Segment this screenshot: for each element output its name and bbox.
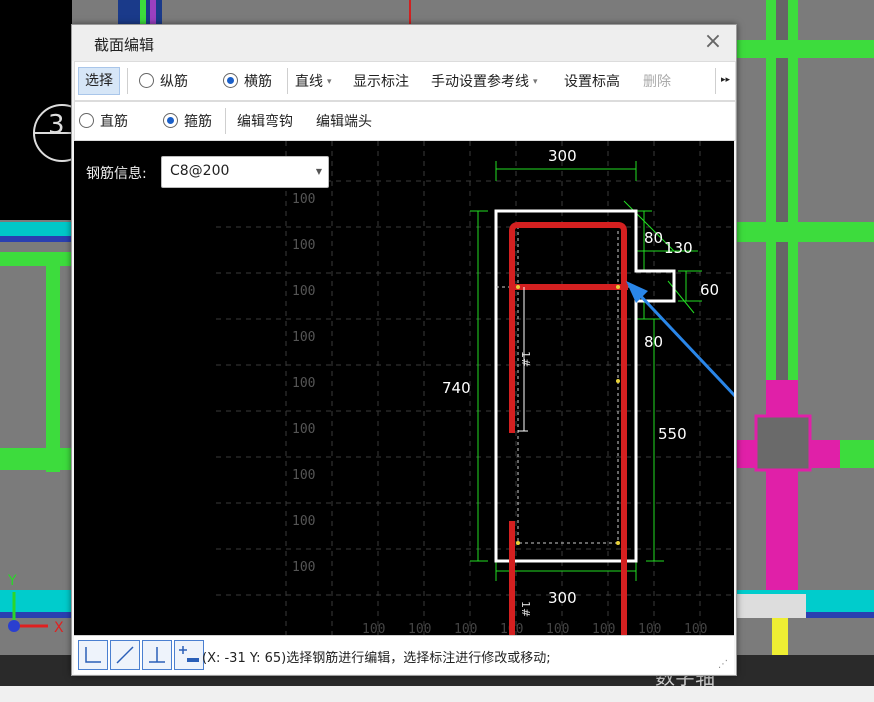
rebar-info-label: 钢筋信息: — [86, 166, 147, 182]
radio-straight-label: 直筋 — [100, 114, 128, 130]
dim-top: 300 — [548, 147, 577, 165]
dialog-titlebar[interactable]: 截面编辑 × — [72, 25, 736, 61]
grid-label: 100 — [292, 284, 315, 299]
dim-right: 550 — [658, 425, 687, 443]
bottom-toolbar-strip — [0, 686, 874, 702]
status-bar: (X: -31 Y: 65)选择钢筋进行编辑，选择标注进行修改或移动; ⋰ — [74, 635, 734, 674]
dim-notch-top: 80 — [644, 229, 663, 247]
set-elevation-button[interactable]: 设置标高 — [564, 71, 620, 91]
rebar-info-value: C8@200 — [170, 163, 230, 179]
toolbar-divider — [287, 68, 288, 94]
edit-end-button[interactable]: 编辑端头 — [316, 111, 372, 131]
radio-checked-icon — [223, 73, 238, 88]
status-text: (X: -31 Y: 65)选择钢筋进行编辑，选择标注进行修改或移动; — [202, 651, 551, 666]
manual-reference-label: 手动设置参考线 — [431, 74, 529, 90]
delete-button[interactable]: 删除 — [643, 71, 671, 91]
rebar-mark: 1# — [519, 601, 532, 617]
dim-notch-width: 130 — [664, 239, 693, 257]
resize-grip-icon[interactable]: ⋰ — [718, 659, 728, 670]
toolbar-divider — [715, 68, 716, 94]
grid-label-bottom: 100 — [684, 622, 707, 635]
close-button[interactable]: × — [700, 29, 726, 55]
add-dimension-button[interactable] — [174, 640, 204, 670]
perpendicular-snap-button[interactable] — [142, 640, 172, 670]
rebar-mark: 1# — [519, 351, 532, 367]
show-dimension-button[interactable]: 显示标注 — [353, 71, 409, 91]
axis-x-label: X — [54, 620, 64, 636]
axis-y-label: Y — [7, 573, 17, 589]
grid-label-bottom: 100 — [362, 622, 385, 635]
grid-label-bottom: 100 — [592, 622, 615, 635]
grid-label: 100 — [292, 468, 315, 483]
rebar-info-select[interactable]: C8@200 ▼ — [161, 156, 329, 188]
toolbar-secondary: 直筋 箍筋 编辑弯钩 编辑端头 — [74, 101, 736, 141]
chevron-down-icon: ▾ — [533, 77, 538, 87]
ortho-snap-button[interactable] — [78, 640, 108, 670]
chevron-down-icon: ▼ — [315, 167, 322, 176]
radio-longitudinal-label: 纵筋 — [160, 74, 188, 90]
line-dropdown[interactable]: 直线 ▾ — [295, 71, 332, 91]
angle-snap-button[interactable] — [110, 640, 140, 670]
radio-transverse-label: 横筋 — [244, 74, 272, 90]
grid-label-bottom: 100 — [638, 622, 661, 635]
select-button[interactable]: 选择 — [78, 67, 120, 95]
grid-label: 100 — [292, 330, 315, 345]
dialog-title: 截面编辑 — [94, 36, 155, 54]
diagonal-line-icon — [116, 646, 134, 664]
toolbar-primary: 选择 纵筋 横筋 直线 ▾ 显示标注 手动设置参考线 ▾ 设置标高 删除 ▸▸ — [74, 61, 736, 101]
drawing-canvas[interactable]: 100 100 100 100 100 100 100 100 100 100 … — [216, 141, 734, 635]
grid-label: 100 — [292, 560, 315, 575]
dim-notch-height: 60 — [700, 281, 719, 299]
corner-icon — [85, 647, 101, 663]
section-edit-dialog: 截面编辑 × 选择 纵筋 横筋 直线 ▾ 显示标注 手动设置参考线 ▾ 设置标高 删… — [71, 24, 737, 676]
grid-label-bottom: 100 — [546, 622, 569, 635]
dim-left: 740 — [442, 379, 471, 397]
section-outline — [494, 209, 676, 563]
radio-stirrup[interactable]: 箍筋 — [163, 111, 212, 131]
line-dropdown-label: 直线 — [295, 74, 323, 90]
plus-dimension-icon — [179, 646, 199, 662]
grid-label-bottom: 100 — [454, 622, 477, 635]
grid-label: 100 — [292, 376, 315, 391]
radio-icon — [139, 73, 154, 88]
grid-label: 100 — [292, 514, 315, 529]
grid-label: 100 — [292, 238, 315, 253]
toolbar-divider — [225, 108, 226, 134]
grid-label: 100 — [292, 192, 315, 207]
more-tools-icon[interactable]: ▸▸ — [721, 75, 730, 85]
grid-label: 100 — [292, 422, 315, 437]
radio-icon — [79, 113, 94, 128]
grid-label-3: 3 — [48, 110, 65, 140]
dim-bottom: 300 — [548, 589, 577, 607]
toolbar-divider — [127, 68, 128, 94]
radio-stirrup-label: 箍筋 — [184, 114, 212, 130]
chevron-down-icon: ▾ — [327, 77, 332, 87]
edit-hook-button[interactable]: 编辑弯钩 — [237, 111, 293, 131]
radio-transverse[interactable]: 横筋 — [223, 71, 272, 91]
section-drawing: 100 100 100 100 100 100 100 100 100 100 … — [216, 141, 734, 635]
left-panel — [74, 141, 216, 635]
grid-label-bottom: 100 — [408, 622, 431, 635]
manual-reference-dropdown[interactable]: 手动设置参考线 ▾ — [431, 71, 538, 91]
radio-checked-icon — [163, 113, 178, 128]
perpendicular-icon — [149, 647, 165, 663]
radio-longitudinal[interactable]: 纵筋 — [139, 71, 188, 91]
dim-notch-bottom: 80 — [644, 333, 663, 351]
radio-straight[interactable]: 直筋 — [79, 111, 128, 131]
